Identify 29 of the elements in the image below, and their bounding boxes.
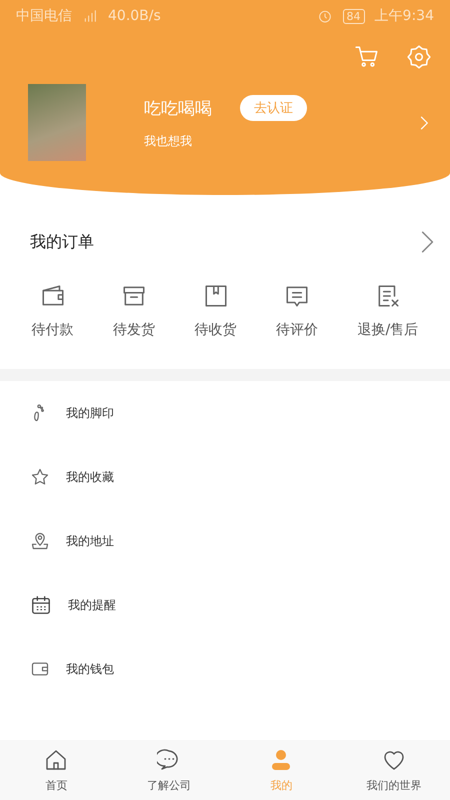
- package-icon: [202, 283, 229, 309]
- cart-icon: [354, 44, 380, 70]
- order-status-button[interactable]: 待付款: [32, 283, 74, 339]
- menu-item[interactable]: 我的提醒: [68, 596, 116, 614]
- order-status-button[interactable]: 待收货: [194, 283, 237, 339]
- settings-icon: [406, 44, 432, 70]
- carrier-name: 中国电信: [16, 7, 72, 25]
- clock-time: 上午9:34: [374, 7, 434, 25]
- menu-item[interactable]: 我的地址: [66, 532, 114, 550]
- network-speed: 40.0B/s: [108, 8, 161, 24]
- tab[interactable]: 首页: [0, 740, 112, 800]
- menu-item[interactable]: 我的收藏: [66, 468, 114, 486]
- calendar-icon: [30, 594, 52, 616]
- tab[interactable]: 了解公司: [112, 740, 225, 800]
- order-status-button[interactable]: 待评价: [276, 283, 318, 339]
- order-status-button[interactable]: 退换/售后: [358, 283, 418, 339]
- tab[interactable]: 我们的世界: [338, 740, 450, 800]
- alarm-icon: [316, 8, 333, 24]
- star-icon: [30, 467, 50, 487]
- menu-item[interactable]: 我的脚印: [66, 404, 114, 422]
- battery-level: 84: [342, 8, 365, 24]
- user-signature: 我也想我: [144, 133, 193, 150]
- signal-icon: [82, 8, 98, 24]
- home-icon: [44, 748, 68, 772]
- menu-item[interactable]: 我的钱包: [66, 660, 114, 678]
- user-name: 吃吃喝喝: [144, 98, 212, 120]
- order-status-button[interactable]: 待发货: [113, 283, 156, 339]
- location-pin-icon: [30, 531, 50, 551]
- orders-title: 我的订单: [30, 232, 94, 252]
